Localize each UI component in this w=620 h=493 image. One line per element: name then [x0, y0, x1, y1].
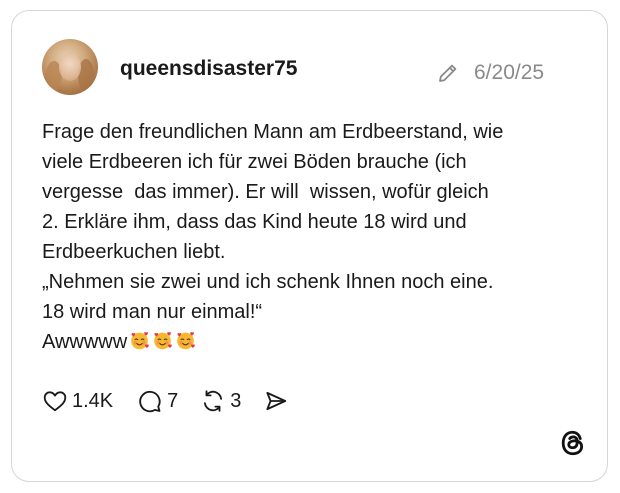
speech-bubble-icon: [139, 390, 161, 413]
repost-arrows-icon: [204, 390, 223, 412]
post-text-line: Erdbeerkuchen liebt.: [42, 241, 226, 263]
threads-logo-icon[interactable]: [559, 429, 587, 457]
like-button[interactable]: 1.4K: [42, 388, 113, 414]
comment-count: 7: [167, 389, 179, 412]
share-button[interactable]: [263, 388, 289, 414]
avatar[interactable]: [42, 39, 98, 95]
smiling-face-with-hearts-icon: [131, 332, 149, 350]
post-text: Frage den freundlichen Mann am Erdbeerst…: [42, 117, 587, 357]
emoji-group: [127, 331, 196, 353]
like-count: 1.4K: [72, 389, 114, 412]
heart-icon: [43, 391, 67, 412]
post-text-line: „Nehmen sie zwei und ich schenk Ihnen no…: [42, 271, 494, 293]
repost-button[interactable]: 3: [200, 388, 241, 414]
post-text-line: vergesse das immer). Er will wissen, wof…: [42, 181, 489, 203]
smiling-face-with-hearts-icon: [177, 332, 195, 350]
post-date: 6/20/25: [474, 61, 545, 84]
username[interactable]: queensdisaster75: [120, 58, 297, 79]
comment-button[interactable]: 7: [137, 388, 178, 414]
post-text-line: Awwwww: [42, 331, 128, 353]
action-bar: 1.4K 7 3: [42, 387, 289, 415]
send-icon: [266, 391, 287, 411]
smiling-face-with-hearts-icon: [154, 332, 172, 350]
post-text-line: 18 wird man nur einmal!“: [42, 301, 263, 323]
post-card: queensdisaster75 6/20/25 Frage den freun…: [11, 10, 608, 482]
post-text-line: Frage den freundlichen Mann am Erdbeerst…: [42, 121, 504, 143]
repost-count: 3: [230, 389, 242, 412]
post-text-line: 2. Erkläre ihm, dass das Kind heute 18 w…: [42, 211, 467, 233]
post-text-last-line: Awwwww: [42, 327, 587, 357]
pencil-icon: [439, 64, 457, 82]
post-text-line: viele Erdbeeren ich für zwei Böden brauc…: [42, 151, 467, 173]
